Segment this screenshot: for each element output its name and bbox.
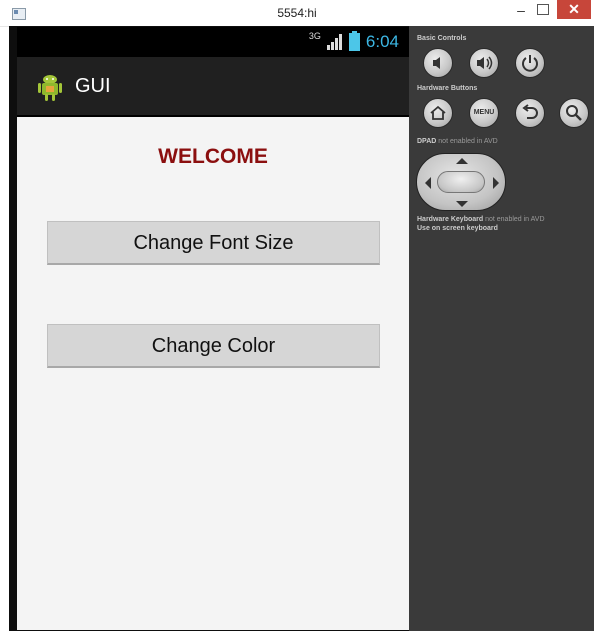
action-bar: GUI [17,57,409,117]
dpad[interactable] [416,153,506,211]
dpad-note: not enabled in AVD [438,138,498,145]
window-title: 5554:hi [277,6,317,20]
volume-down-icon [433,57,440,69]
main-content: WELCOME Change Font Size Change Color [17,117,409,630]
hardware-buttons-label: Hardware Buttons [417,85,478,92]
change-color-button[interactable]: Change Color [47,324,380,368]
status-icons: 3G 6:04 [309,31,399,53]
keyboard-label: Hardware Keyboard not enabled in AVD [417,216,545,223]
battery-icon [348,31,360,51]
basic-controls-label: Basic Controls [417,35,467,42]
keyboard-note: not enabled in AVD [485,216,545,223]
dpad-left-icon[interactable] [425,177,431,189]
menu-button[interactable]: MENU [469,98,499,128]
emulator-controls-panel: Basic Controls Hardware Buttons MENU DPA… [409,26,594,631]
home-button[interactable] [423,98,453,128]
volume-down-button[interactable] [423,48,453,78]
close-button[interactable]: ✕ [557,0,591,19]
search-button[interactable] [559,98,589,128]
menu-label: MENU [473,109,495,116]
power-icon [522,55,538,72]
status-bar: 3G 6:04 [17,27,409,57]
status-time: 6:04 [365,32,399,51]
dpad-center-button[interactable] [437,171,485,193]
network-type: 3G [308,31,321,41]
signal-icon [326,34,343,50]
android-icon[interactable] [37,72,63,102]
minimize-button[interactable]: – [510,2,532,20]
dpad-up-icon[interactable] [456,158,468,164]
change-font-size-button[interactable]: Change Font Size [47,221,380,265]
dpad-title: DPAD [417,138,437,145]
keyboard-hint: Use on screen keyboard [417,225,498,232]
dpad-label: DPAD not enabled in AVD [417,138,498,145]
maximize-button[interactable] [537,4,549,15]
home-icon [430,105,446,120]
volume-up-icon [477,56,493,70]
welcome-text: WELCOME [158,145,268,168]
back-icon [522,104,538,119]
search-icon [566,105,582,121]
app-title: GUI [75,75,111,97]
back-button[interactable] [515,98,545,128]
volume-up-button[interactable] [469,48,499,78]
dpad-down-icon[interactable] [456,201,468,207]
window-titlebar: 5554:hi – ✕ [0,0,594,27]
dpad-right-icon[interactable] [493,177,499,189]
power-button[interactable] [515,48,545,78]
device-screen: 3G 6:04 GUI WELCOME Change Font Size Cha… [17,27,409,630]
keyboard-title: Hardware Keyboard [417,216,484,223]
